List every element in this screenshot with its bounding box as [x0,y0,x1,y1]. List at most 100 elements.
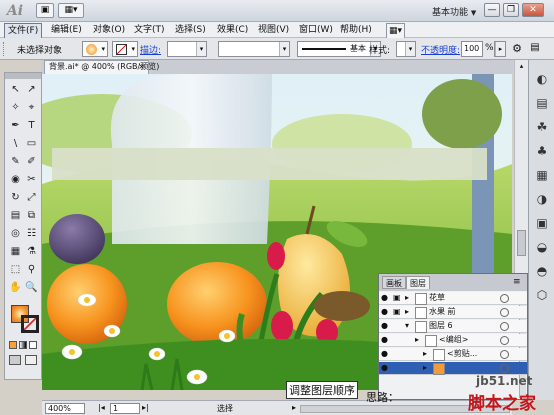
scroll-thumb[interactable] [517,230,526,256]
tool-icon[interactable]: ⧉ [25,209,38,222]
bridge-icon[interactable]: ▣ [36,3,54,18]
dock-panel-icon[interactable]: ☘ [533,118,551,136]
scroll-up-icon[interactable]: ▴ [517,62,526,71]
tool-icon[interactable]: ↻ [9,191,22,204]
layer-row[interactable]: ● ▸ <剪贴... [379,348,527,361]
workspace-switcher[interactable]: 基本功能 ▼ [432,5,476,18]
tool-icon[interactable]: T [25,119,38,132]
dock-panel-icon[interactable]: ▦ [533,166,551,184]
expand-triangle-icon[interactable]: ▸ [423,363,433,373]
variable-width-dropdown[interactable]: ▾ [218,41,290,57]
lock-icon[interactable] [393,349,403,359]
none-mode-icon[interactable] [29,341,37,349]
next-page-icon[interactable]: ▸| [142,403,149,412]
panel-menu-icon[interactable]: ▤ [528,42,542,56]
menu-edit[interactable]: 编辑(E) [51,23,82,37]
lock-icon[interactable]: ▣ [393,307,403,317]
tool-icon[interactable]: ⬚ [9,263,22,276]
tool-icon[interactable]: \ [9,137,22,150]
arrange-documents-icon[interactable]: ▦▾ [58,3,84,18]
visibility-eye-icon[interactable]: ● [381,321,391,331]
menu-window[interactable]: 窗口(W) [299,23,333,37]
tool-icon[interactable]: ✐ [25,155,38,168]
panel-menu-icon[interactable]: ≡ [513,277,521,287]
page-field[interactable]: 1 [110,403,140,414]
zoom-field[interactable]: 400% [45,403,85,414]
arrange-icon[interactable]: ▦▾ [386,23,406,39]
tool-icon[interactable]: ⚗ [25,245,38,258]
menu-type[interactable]: 文字(T) [134,23,165,37]
target-circle-icon[interactable] [500,294,509,303]
menu-view[interactable]: 视图(V) [258,23,289,37]
tool-icon[interactable]: ▦ [9,245,22,258]
tool-icon[interactable]: ✒ [9,119,22,132]
visibility-eye-icon[interactable]: ● [381,307,391,317]
expand-triangle-icon[interactable]: ▸ [423,349,433,359]
draw-mode-icon[interactable] [9,355,21,365]
layer-row[interactable]: ● ▣ ▸ 花草 [379,292,527,305]
menu-effect[interactable]: 效果(C) [217,23,248,37]
fill-swatch[interactable]: ▾ [82,41,108,57]
grip-handle[interactable] [3,42,6,56]
layer-row[interactable]: ● ▸ <编组> [379,334,527,347]
dock-panel-icon[interactable]: ♣ [533,142,551,160]
target-circle-icon[interactable] [500,336,509,345]
tool-icon[interactable]: ✎ [9,155,22,168]
tab-layers[interactable]: 图层 [406,276,430,289]
layer-row[interactable]: ● ▾ 图层 6 [379,320,527,333]
target-circle-icon[interactable] [500,322,509,331]
opacity-input[interactable]: 100 [461,41,483,57]
tool-icon[interactable]: ✂ [25,173,38,186]
tool-icon[interactable]: ↖ [9,83,22,96]
menu-object[interactable]: 对象(O) [93,23,125,37]
recolor-icon[interactable]: ⚙ [509,42,525,56]
dock-panel-icon[interactable]: ◒ [533,238,551,256]
screen-mode-icon[interactable] [25,355,37,365]
menu-file[interactable]: 文件(F) [4,23,43,39]
toolbar-grip[interactable] [5,73,41,79]
tool-icon[interactable]: ⚲ [25,263,38,276]
expand-triangle-icon[interactable]: ▸ [405,307,415,317]
layer-row[interactable]: ● ▣ ▸ 水果 前 [379,306,527,319]
dock-panel-icon[interactable]: ◑ [533,190,551,208]
dock-panel-icon[interactable]: ◐ [533,70,551,88]
dock-panel-icon[interactable]: ▣ [533,214,551,232]
visibility-eye-icon[interactable]: ● [381,293,391,303]
visibility-eye-icon[interactable]: ● [381,335,391,345]
tool-icon[interactable]: ↗ [25,83,38,96]
opacity-link[interactable]: 不透明度: [421,43,460,56]
lock-icon[interactable] [393,363,403,373]
dock-panel-icon[interactable]: ◓ [533,262,551,280]
tool-icon[interactable]: 🔍 [25,281,38,294]
expand-triangle-icon[interactable]: ▸ [405,293,415,303]
tool-icon[interactable]: ▭ [25,137,38,150]
menu-help[interactable]: 帮助(H) [340,23,372,37]
tool-icon[interactable]: ◎ [9,227,22,240]
target-circle-icon[interactable] [500,364,509,373]
visibility-eye-icon[interactable]: ● [381,363,391,373]
menu-select[interactable]: 选择(S) [175,23,206,37]
tool-icon[interactable]: ⤢ [25,191,38,204]
lock-icon[interactable]: ▣ [393,293,403,303]
restore-button[interactable]: ❐ [503,3,519,17]
expand-triangle-icon[interactable]: ▾ [405,321,415,331]
target-circle-icon[interactable] [500,350,509,359]
tool-icon[interactable]: ☷ [25,227,38,240]
stroke-weight-dropdown[interactable]: ▾ [167,41,207,57]
style-dropdown[interactable]: ▾ [396,41,416,57]
lock-icon[interactable] [393,321,403,331]
tool-icon[interactable]: ◉ [9,173,22,186]
visibility-eye-icon[interactable]: ● [381,349,391,359]
gradient-mode-icon[interactable] [19,341,27,349]
close-tab-icon[interactable]: × [138,61,145,73]
lock-icon[interactable] [393,335,403,345]
stroke-color-swatch[interactable] [21,315,39,333]
tool-icon[interactable]: ⌖ [25,101,38,114]
expand-triangle-icon[interactable]: ▸ [415,335,425,345]
opacity-dropdown[interactable]: ▸ [494,41,506,57]
first-page-icon[interactable]: |◂ [98,403,105,412]
color-mode-icon[interactable] [9,341,17,349]
dock-panel-icon[interactable]: ⬡ [533,286,551,304]
target-circle-icon[interactable] [500,308,509,317]
tab-artboards[interactable]: 画板 [382,276,406,289]
